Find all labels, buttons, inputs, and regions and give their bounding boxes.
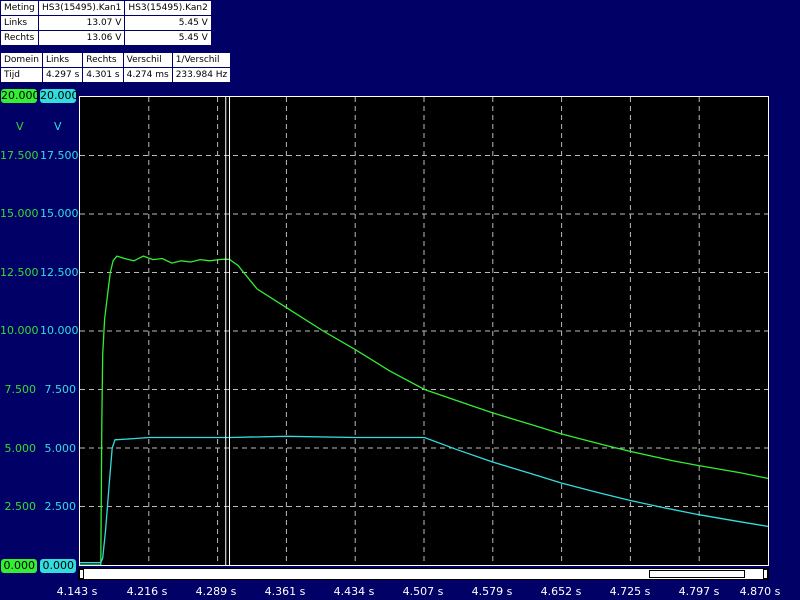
cursor-cell: 4.301 s xyxy=(82,67,124,83)
ch2-y-tick-label: 10.000 xyxy=(40,324,79,337)
measurement-row: Links 13.07 V 5.45 V xyxy=(0,15,212,31)
cursor-header-cell: 1/Verschil xyxy=(171,52,232,68)
measurement-cell: Rechts xyxy=(0,30,39,46)
ch2-scale-top-badge[interactable]: 20.000 xyxy=(40,89,79,103)
ch2-unit-label: V xyxy=(54,120,62,133)
measurement-cell: 5.45 V xyxy=(124,15,212,31)
cursor-cell: Tijd xyxy=(0,67,43,83)
ch2-scale-bottom-badge[interactable]: 0.000 xyxy=(40,559,76,573)
x-tick-label: 4.579 s xyxy=(471,585,513,598)
x-tick-label: 4.652 s xyxy=(540,585,582,598)
measurement-header-cell: Meting xyxy=(0,0,39,16)
plot-area[interactable] xyxy=(79,96,769,566)
ch1-scale-top-badge[interactable]: 20.000 xyxy=(1,89,40,103)
series-line-ch1 xyxy=(80,255,769,566)
measurement-table: Meting HS3(15495).Kan1 HS3(15495).Kan2 L… xyxy=(0,0,212,46)
ch1-unit-label: V xyxy=(16,120,24,133)
grid xyxy=(80,97,768,565)
ch2-y-tick-label: 5.000 xyxy=(44,442,77,455)
measurement-cell: Links xyxy=(0,15,39,31)
x-tick-label: 4.216 s xyxy=(126,585,168,598)
cursor-header-row: Domein Links Rechts Verschil 1/Verschil xyxy=(0,52,232,68)
measurement-row: Rechts 13.06 V 5.45 V xyxy=(0,30,212,46)
ch1-y-tick-label: 7.500 xyxy=(4,383,37,396)
x-tick-label: 4.797 s xyxy=(678,585,720,598)
x-tick-label: 4.725 s xyxy=(609,585,651,598)
ch2-y-tick-label: 7.500 xyxy=(44,383,77,396)
scrollbar-thumb[interactable] xyxy=(649,570,745,578)
cursor-header-cell: Rechts xyxy=(82,52,124,68)
cursor-cell: 4.297 s xyxy=(41,67,84,83)
ch2-y-tick-label: 12.500 xyxy=(40,266,79,279)
x-tick-label: 4.289 s xyxy=(195,585,237,598)
measurement-header-row: Meting HS3(15495).Kan1 HS3(15495).Kan2 xyxy=(0,0,212,16)
ch2-y-tick-label: 15.000 xyxy=(40,207,79,220)
x-tick-label: 4.143 s xyxy=(56,585,98,598)
measurement-cell: 5.45 V xyxy=(124,30,212,46)
measurement-cell: 13.07 V xyxy=(37,15,126,31)
cursor-header-cell: Domein xyxy=(0,52,43,68)
time-scrollbar[interactable] xyxy=(78,568,769,580)
scrollbar-right-handle[interactable] xyxy=(763,569,768,579)
series-line-ch2 xyxy=(80,435,769,564)
measurement-header-cell: HS3(15495).Kan2 xyxy=(124,0,212,16)
ch1-y-tick-label: 17.500 xyxy=(0,149,39,162)
ch1-y-tick-label: 10.000 xyxy=(0,324,39,337)
cursor-cell: 4.274 ms xyxy=(122,67,173,83)
cursor-row: Tijd 4.297 s 4.301 s 4.274 ms 233.984 Hz xyxy=(0,67,232,83)
measurement-cell: 13.06 V xyxy=(37,30,126,46)
cursor-header-cell: Links xyxy=(41,52,84,68)
scrollbar-left-handle[interactable] xyxy=(79,569,84,579)
x-tick-label: 4.361 s xyxy=(264,585,306,598)
ch1-y-tick-label: 15.000 xyxy=(0,207,39,220)
x-tick-label: 4.434 s xyxy=(333,585,375,598)
x-tick-label: 4.870 s xyxy=(739,585,781,598)
cursor-table: Domein Links Rechts Verschil 1/Verschil … xyxy=(0,52,232,83)
curves xyxy=(80,255,769,566)
ch1-scale-bottom-badge[interactable]: 0.000 xyxy=(1,559,37,573)
ch1-y-tick-label: 12.500 xyxy=(0,266,39,279)
ch1-y-tick-label: 5.000 xyxy=(4,442,37,455)
plot-svg xyxy=(80,97,769,566)
cursor-cell: 233.984 Hz xyxy=(171,67,232,83)
measurement-header-cell: HS3(15495).Kan1 xyxy=(37,0,126,16)
ch1-y-tick-label: 2.500 xyxy=(4,500,37,513)
ch2-y-tick-label: 17.500 xyxy=(40,149,79,162)
cursor-header-cell: Verschil xyxy=(122,52,173,68)
x-tick-label: 4.507 s xyxy=(402,585,444,598)
ch2-y-tick-label: 2.500 xyxy=(44,500,77,513)
